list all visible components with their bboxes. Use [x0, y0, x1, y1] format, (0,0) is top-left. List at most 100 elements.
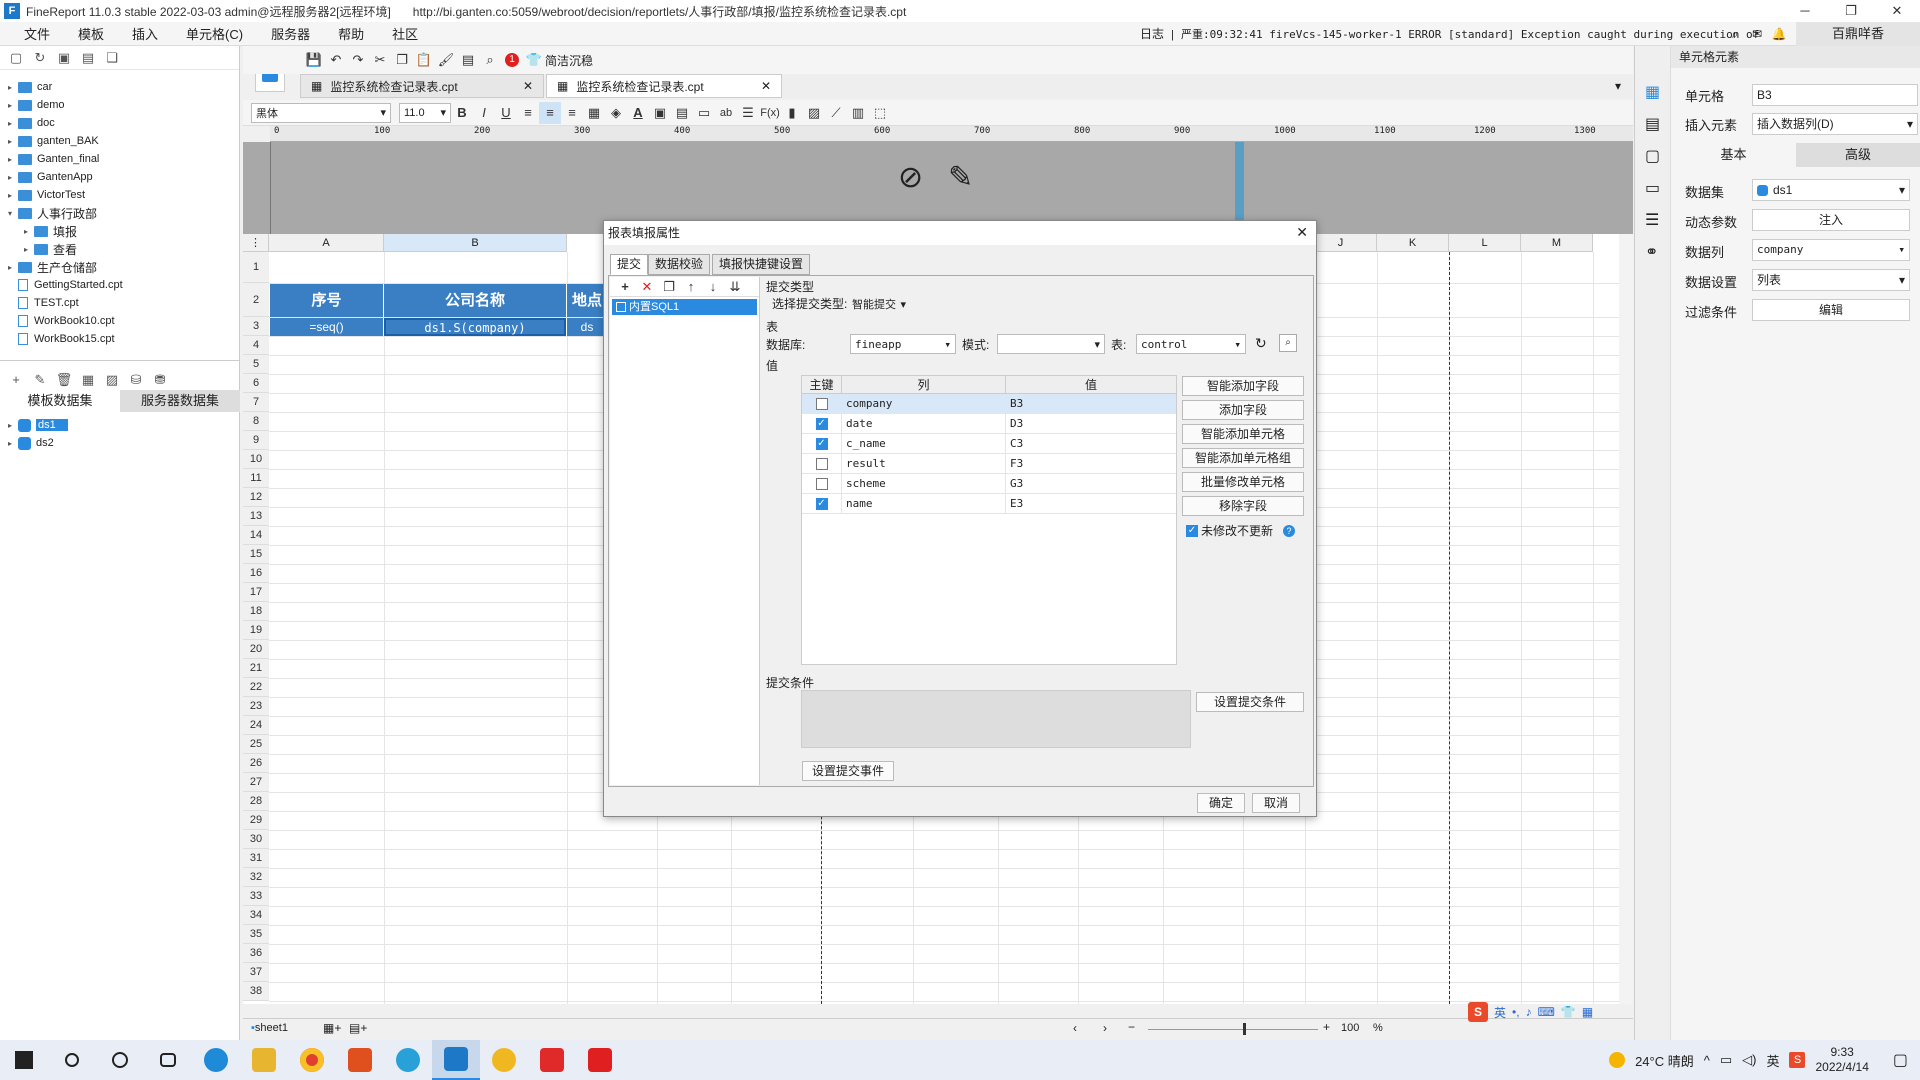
primary-key-checkbox[interactable]: ✓: [815, 497, 828, 510]
text-field-icon[interactable]: ▭: [693, 102, 715, 124]
tree-item[interactable]: GettingStarted.cpt: [34, 279, 123, 291]
row-header[interactable]: 15: [243, 545, 269, 564]
row-header[interactable]: 1: [243, 252, 269, 283]
row-header[interactable]: 23: [243, 697, 269, 716]
row-header[interactable]: 13: [243, 507, 269, 526]
row-header[interactable]: 35: [243, 925, 269, 944]
zoom-out-icon[interactable]: −: [1128, 1020, 1135, 1034]
corner-cell[interactable]: ⋮: [243, 234, 269, 252]
notification-icon[interactable]: ▢: [1893, 1050, 1908, 1070]
font-size-select[interactable]: 11.0 ▾: [399, 102, 451, 123]
column-header[interactable]: B: [384, 234, 567, 252]
trash-icon[interactable]: 🗑: [55, 371, 73, 389]
field-column[interactable]: result: [842, 454, 1006, 473]
field-row[interactable]: company B3: [802, 394, 1176, 414]
field-column[interactable]: company: [842, 394, 1006, 413]
text-icon[interactable]: ab: [715, 102, 737, 124]
lock-icon[interactable]: ▣: [55, 49, 73, 67]
row-header[interactable]: 32: [243, 868, 269, 887]
list-item-sql[interactable]: 内置SQL1: [612, 299, 757, 315]
weather-text[interactable]: 24°C 晴朗: [1635, 1051, 1694, 1070]
primary-key-checkbox[interactable]: [815, 477, 828, 490]
search-icon[interactable]: ⌕: [1724, 27, 1746, 42]
field-column[interactable]: name: [842, 494, 1006, 513]
formula-icon[interactable]: F(x): [759, 102, 781, 124]
theme-label[interactable]: 简洁沉稳: [545, 52, 593, 69]
image-icon[interactable]: ▨: [103, 371, 121, 389]
row-header[interactable]: 36: [243, 944, 269, 963]
row-header[interactable]: 33: [243, 887, 269, 906]
volume-icon[interactable]: ◁): [1742, 1052, 1756, 1068]
menu-cell[interactable]: 单元格(C): [172, 24, 257, 43]
insert-select[interactable]: 插入数据列(D) ▾: [1752, 113, 1918, 135]
scroll-left-icon[interactable]: ‹: [1073, 1021, 1077, 1035]
paste-icon[interactable]: 📋: [413, 49, 435, 71]
tab-menu-icon[interactable]: ▾: [1615, 74, 1621, 98]
ime-indicator[interactable]: 英: [1766, 1051, 1779, 1070]
database-icon[interactable]: ⛁: [127, 371, 145, 389]
row-header[interactable]: 37: [243, 963, 269, 982]
row-header[interactable]: 29: [243, 811, 269, 830]
italic-icon[interactable]: I: [473, 102, 495, 124]
tree-item[interactable]: 查看: [53, 241, 77, 258]
punct-icon[interactable]: •,: [1512, 1005, 1520, 1019]
chart-icon[interactable]: ▮: [781, 102, 803, 124]
wps-app[interactable]: [528, 1040, 576, 1080]
sogou-tray-icon[interactable]: S: [1789, 1052, 1806, 1068]
close-icon[interactable]: ✕: [1874, 0, 1920, 22]
add-field-button[interactable]: 添加字段: [1182, 400, 1304, 420]
menu-server[interactable]: 服务器: [257, 24, 324, 43]
search-button[interactable]: [48, 1040, 96, 1080]
zoom-thumb[interactable]: [1243, 1023, 1246, 1035]
menu-file[interactable]: 文件: [10, 24, 64, 43]
merge-icon[interactable]: ▣: [649, 102, 671, 124]
field-row[interactable]: ✓ c_name C3: [802, 434, 1176, 454]
row-header[interactable]: 6: [243, 374, 269, 393]
skin-icon[interactable]: 👕: [1561, 1005, 1576, 1019]
font-color-icon[interactable]: A: [627, 102, 649, 124]
font-family-select[interactable]: 黑体 ▾: [251, 102, 391, 123]
restore-icon[interactable]: ❐: [1828, 0, 1874, 22]
row-header[interactable]: 9: [243, 431, 269, 450]
field-column[interactable]: scheme: [842, 474, 1006, 493]
row-header[interactable]: 16: [243, 564, 269, 583]
tree-item[interactable]: 生产仓储部: [37, 259, 97, 276]
tree-item[interactable]: VictorTest: [37, 189, 85, 201]
row-header[interactable]: 26: [243, 754, 269, 773]
row-header[interactable]: 2: [243, 283, 269, 317]
column-header[interactable]: K: [1377, 234, 1449, 252]
dialog-close-icon[interactable]: ✕: [1296, 224, 1308, 241]
zoom-slider[interactable]: [1148, 1029, 1318, 1030]
unmerge-icon[interactable]: ▤: [671, 102, 693, 124]
search-tool-app[interactable]: [384, 1040, 432, 1080]
row-header[interactable]: 19: [243, 621, 269, 640]
table-preview-icon[interactable]: ⌕: [1279, 334, 1297, 352]
cell-element-icon[interactable]: ▦: [1645, 82, 1660, 102]
tab-shortcut-settings[interactable]: 填报快捷键设置: [712, 254, 811, 275]
preview-icon[interactable]: ▦: [79, 371, 97, 389]
help-icon[interactable]: ?: [1283, 524, 1296, 537]
move-up-icon[interactable]: ↑: [680, 276, 702, 298]
close-tab-icon[interactable]: ✕: [761, 79, 771, 93]
header-cell-index[interactable]: 序号: [270, 284, 383, 317]
log-bar[interactable]: 日志 | 严重:09:32:41 fireVcs-145-worker-1 ER…: [1140, 22, 1760, 46]
tree-item[interactable]: Ganten_final: [37, 153, 99, 165]
widget-icon[interactable]: ▢: [1645, 146, 1660, 166]
sort-icon[interactable]: ⇊: [724, 276, 746, 298]
tab-server-dataset[interactable]: 服务器数据集: [120, 390, 240, 412]
insert-image-icon[interactable]: ▨: [803, 102, 825, 124]
field-value[interactable]: E3: [1006, 494, 1176, 513]
cut-icon[interactable]: ✂: [369, 49, 391, 71]
align-right-icon[interactable]: ≡: [561, 102, 583, 124]
tree-item[interactable]: doc: [37, 117, 55, 129]
primary-key-checkbox[interactable]: [815, 397, 828, 410]
clock[interactable]: 9:33 2022/4/14: [1815, 1045, 1868, 1075]
chrome-app[interactable]: [288, 1040, 336, 1080]
field-value[interactable]: C3: [1006, 434, 1176, 453]
table-select[interactable]: control ▾: [1136, 334, 1246, 354]
zoom-in-icon[interactable]: +: [1323, 1020, 1330, 1034]
user-name[interactable]: 百鼎咩香: [1796, 22, 1920, 46]
row-header[interactable]: 3: [243, 317, 269, 336]
underline-icon[interactable]: U: [495, 102, 517, 124]
tree-item[interactable]: WorkBook10.cpt: [34, 315, 115, 327]
